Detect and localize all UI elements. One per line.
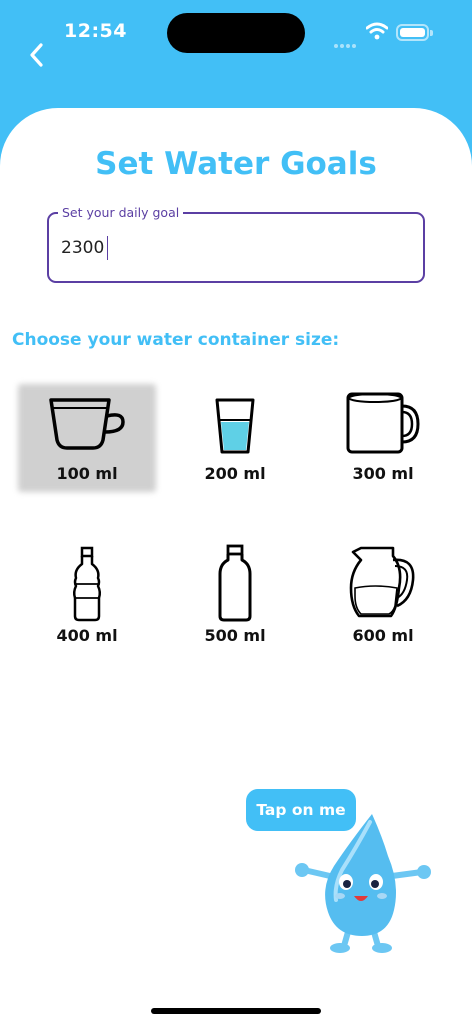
small-bottle-icon	[72, 546, 102, 622]
wifi-icon	[366, 22, 388, 40]
home-indicator	[151, 1008, 321, 1014]
container-option-400ml[interactable]: 400 ml	[20, 544, 154, 648]
container-label: 200 ml	[204, 464, 266, 483]
page-title: Set Water Goals	[95, 146, 377, 182]
back-button[interactable]	[24, 40, 50, 70]
mug-icon	[346, 392, 420, 454]
container-label: 400 ml	[56, 626, 118, 645]
text-caret	[107, 236, 108, 260]
daily-goal-input[interactable]	[61, 234, 401, 262]
container-option-300ml[interactable]: 300 ml	[316, 386, 450, 490]
container-option-100ml[interactable]: 100 ml	[20, 386, 154, 490]
daily-goal-label: Set your daily goal	[58, 205, 184, 220]
container-option-200ml[interactable]: 200 ml	[168, 386, 302, 490]
container-option-500ml[interactable]: 500 ml	[168, 544, 302, 648]
container-label: 500 ml	[204, 626, 266, 645]
tap-on-me-bubble[interactable]: Tap on me	[246, 789, 356, 831]
cellular-signal-icon	[334, 33, 358, 52]
container-label: 100 ml	[56, 464, 118, 483]
water-drop-mascot[interactable]	[290, 812, 436, 956]
daily-goal-field[interactable]: Set your daily goal	[47, 205, 425, 283]
container-option-600ml[interactable]: 600 ml	[316, 544, 450, 648]
battery-icon	[396, 24, 433, 41]
container-label: 300 ml	[352, 464, 414, 483]
container-label: 600 ml	[352, 626, 414, 645]
dynamic-island	[167, 13, 305, 53]
glass-icon	[215, 398, 255, 454]
cup-icon	[49, 398, 125, 450]
status-time: 12:54	[64, 20, 127, 42]
bottle-icon	[218, 544, 252, 622]
pitcher-icon	[349, 546, 415, 618]
container-size-heading: Choose your water container size:	[12, 330, 340, 350]
